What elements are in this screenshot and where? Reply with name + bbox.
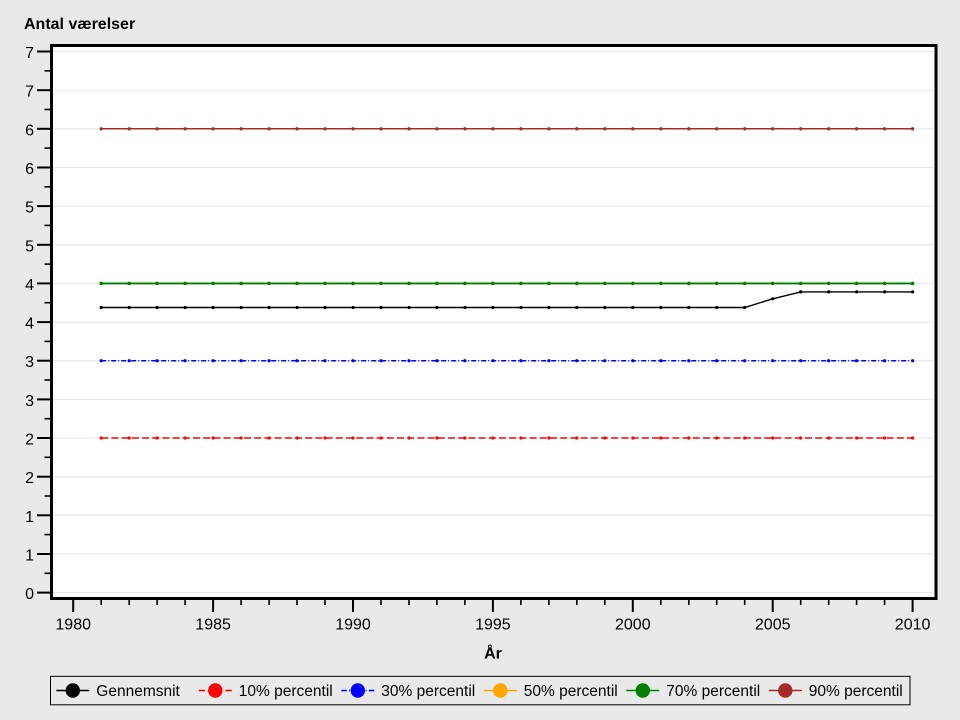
svg-text:2010: 2010 <box>895 617 931 634</box>
svg-text:2: 2 <box>25 432 34 449</box>
svg-text:5: 5 <box>25 238 34 255</box>
svg-text:1: 1 <box>25 548 34 565</box>
svg-text:2005: 2005 <box>755 617 791 634</box>
svg-text:90% percentil: 90% percentil <box>809 683 903 700</box>
svg-text:4: 4 <box>25 316 34 333</box>
svg-text:1: 1 <box>25 509 34 526</box>
svg-text:7: 7 <box>25 45 34 62</box>
svg-text:70% percentil: 70% percentil <box>666 683 760 700</box>
svg-text:1985: 1985 <box>195 617 231 634</box>
svg-text:3: 3 <box>25 393 34 410</box>
svg-text:6: 6 <box>25 161 34 178</box>
svg-text:Gennemsnit: Gennemsnit <box>96 683 180 700</box>
svg-text:3: 3 <box>25 354 34 371</box>
svg-text:År: År <box>484 644 502 663</box>
svg-text:1980: 1980 <box>55 617 91 634</box>
svg-text:6: 6 <box>25 122 34 139</box>
svg-text:30% percentil: 30% percentil <box>381 683 475 700</box>
svg-text:5: 5 <box>25 200 34 217</box>
svg-text:Antal værelser: Antal værelser <box>24 16 135 33</box>
svg-text:4: 4 <box>25 277 34 294</box>
svg-text:7: 7 <box>25 84 34 101</box>
svg-text:0: 0 <box>25 586 34 603</box>
svg-text:50% percentil: 50% percentil <box>524 683 618 700</box>
svg-text:10% percentil: 10% percentil <box>239 683 333 700</box>
svg-text:1995: 1995 <box>475 617 511 634</box>
svg-text:1990: 1990 <box>335 617 371 634</box>
svg-text:2000: 2000 <box>615 617 651 634</box>
svg-text:2: 2 <box>25 470 34 487</box>
